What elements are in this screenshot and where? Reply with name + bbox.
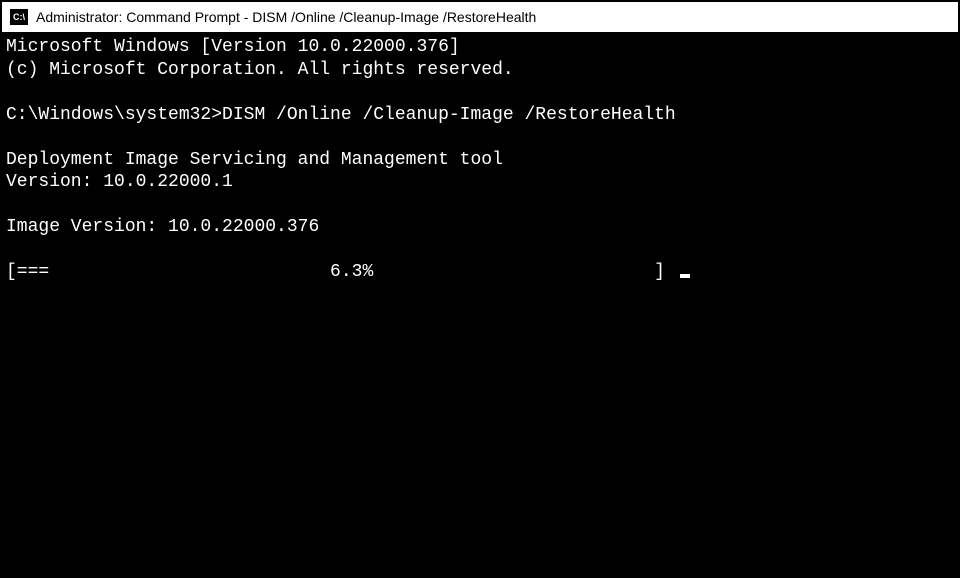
os-version-line: Microsoft Windows [Version 10.0.22000.37… (6, 37, 460, 57)
terminal-output[interactable]: Microsoft Windows [Version 10.0.22000.37… (2, 32, 958, 576)
titlebar[interactable]: C:\ Administrator: Command Prompt - DISM… (2, 2, 958, 32)
command-prompt-window: C:\ Administrator: Command Prompt - DISM… (0, 0, 960, 578)
dism-version: Version: 10.0.22000.1 (6, 172, 233, 192)
copyright-line: (c) Microsoft Corporation. All rights re… (6, 60, 514, 80)
image-version: Image Version: 10.0.22000.376 (6, 217, 319, 237)
cursor (680, 274, 690, 278)
command-prompt-line: C:\Windows\system32>DISM /Online /Cleanu… (6, 105, 676, 125)
cmd-icon: C:\ (10, 9, 28, 25)
progress-bar: [=== 6.3% ] (6, 262, 676, 282)
dism-tool-name: Deployment Image Servicing and Managemen… (6, 150, 503, 170)
window-title: Administrator: Command Prompt - DISM /On… (36, 9, 536, 25)
